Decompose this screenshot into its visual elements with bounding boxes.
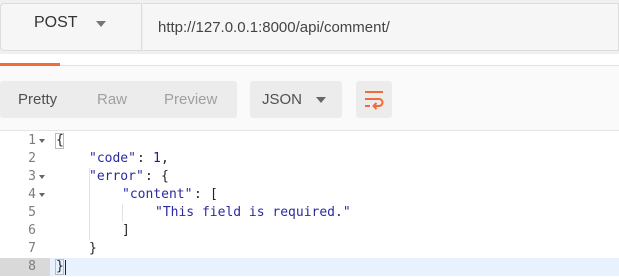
json-number-value: 1 [153,151,161,166]
json-comma: , [161,151,169,166]
matching-bracket-marker [55,133,64,149]
code-line: 2 "code" : 1 , [0,150,619,168]
line-number: 5 [28,205,36,220]
chevron-down-icon [96,21,106,27]
json-separator: : [194,187,210,202]
json-separator: : [137,151,153,166]
tab-preview[interactable]: Preview [164,91,217,108]
json-string-value: "This field is required." [155,205,351,220]
wrap-lines-button[interactable] [356,81,392,118]
text-cursor [65,260,66,275]
tab-pretty[interactable]: Pretty [18,91,57,108]
code-line: 6 ] [0,222,619,240]
fold-toggle-icon[interactable] [39,175,45,179]
url-input[interactable] [143,3,619,51]
json-separator: : [145,169,161,184]
json-close-bracket: ] [122,223,130,238]
code-line: 7 } [0,240,619,258]
json-close-brace: } [89,241,97,256]
line-number: 1 [28,133,36,148]
fold-toggle-icon[interactable] [39,139,45,143]
line-number: 4 [28,187,36,202]
line-number: 7 [28,241,36,256]
json-key: "content" [122,187,193,202]
line-number: 8 [28,259,36,274]
code-line: 8 } [0,258,619,276]
wrap-lines-icon [365,91,384,110]
tab-raw[interactable]: Raw [97,91,127,108]
line-number: 6 [28,223,36,238]
fold-toggle-icon[interactable] [39,193,45,197]
code-line: 5 "This field is required." [0,204,619,222]
json-key: "error" [89,169,144,184]
json-open-brace: { [161,169,169,184]
method-label: POST [34,14,78,31]
chevron-down-icon [316,97,326,103]
json-open-bracket: [ [210,187,218,202]
matching-bracket-marker [55,259,64,275]
line-number: 2 [28,151,36,166]
line-number: 3 [28,169,36,184]
format-label: JSON [262,91,303,108]
code-line: 1 { [0,132,619,150]
code-line: 4 "content" : [ [0,186,619,204]
json-key: "code" [89,151,136,166]
code-line: 3 "error" : { [0,168,619,186]
